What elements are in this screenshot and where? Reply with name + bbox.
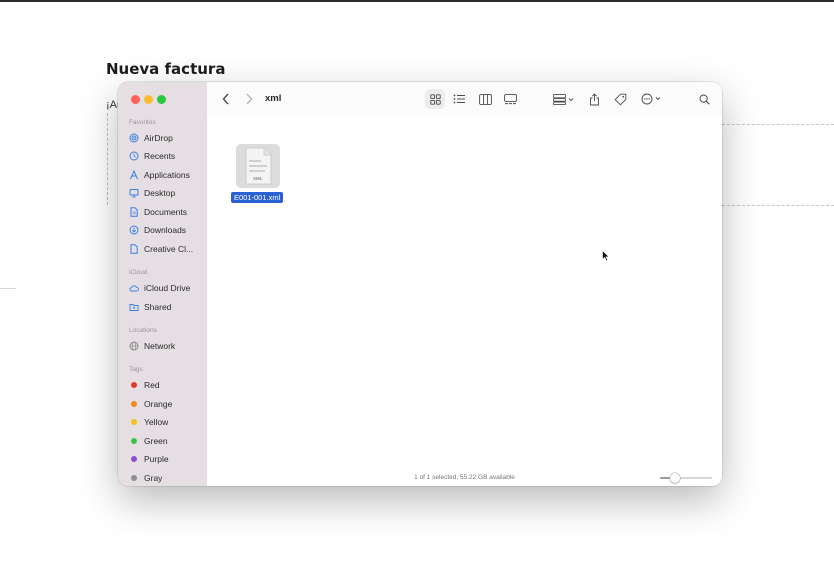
sidebar-item-label: AirDrop: [144, 132, 173, 143]
share-button[interactable]: [587, 91, 601, 107]
sidebar-item-desktop[interactable]: Desktop: [129, 185, 205, 200]
sidebar-item-label: Gray: [144, 472, 163, 483]
document-icon: [129, 206, 139, 217]
sidebar-item-label: Purple: [144, 453, 169, 464]
icon-size-slider[interactable]: [660, 473, 712, 483]
sidebar-item-creative-cloud[interactable]: Creative Cl...: [129, 241, 205, 256]
applications-icon: [129, 169, 139, 180]
xml-file-icon[interactable]: XML: [234, 142, 282, 190]
shared-folder-icon: [129, 302, 139, 312]
sidebar-item-airdrop[interactable]: AirDrop: [129, 130, 205, 145]
more-actions-button[interactable]: [639, 91, 667, 107]
tag-dot-icon: [131, 455, 137, 462]
sidebar-item-network[interactable]: Network: [129, 338, 205, 353]
sidebar-item-label: Downloads: [144, 224, 187, 235]
column-view-button[interactable]: [477, 91, 493, 107]
tag-dot-icon: [131, 437, 137, 444]
share-icon: [589, 92, 600, 106]
sidebar-section-icloud: iCloud: [129, 269, 148, 276]
finder-toolbar: xml: [207, 82, 722, 116]
icon-view-button[interactable]: [428, 91, 442, 107]
finder-window: Favorites AirDrop Recents Applications D…: [118, 82, 722, 486]
background-dropzone-right: [722, 124, 834, 206]
zoom-window-button[interactable]: [157, 95, 166, 104]
sidebar-item-label: Shared: [144, 301, 172, 312]
page-title: Nueva factura: [106, 60, 226, 78]
background-divider: [0, 288, 16, 289]
sidebar-item-label: iCloud Drive: [144, 282, 191, 293]
status-bar-text: 1 of 1 selected, 55.22 GB available: [414, 474, 515, 481]
list-view-icon: [453, 94, 466, 104]
gallery-view-button[interactable]: [502, 91, 518, 107]
column-view-icon: [478, 93, 492, 105]
window-title: xml: [265, 93, 282, 104]
sidebar-section-favorites: Favorites: [129, 119, 156, 126]
chevron-right-icon: [245, 93, 253, 105]
clock-icon: [129, 151, 139, 161]
sidebar-item-recents[interactable]: Recents: [129, 148, 205, 163]
tag-dot-icon: [131, 400, 137, 407]
tag-icon: [614, 93, 627, 106]
minimize-window-button[interactable]: [144, 95, 153, 104]
top-border: [0, 0, 834, 2]
sidebar-item-label: Network: [144, 340, 176, 351]
sidebar-item-downloads[interactable]: Downloads: [129, 222, 205, 237]
tag-dot-icon: [131, 418, 137, 425]
close-window-button[interactable]: [131, 95, 140, 104]
sidebar-item-label: Orange: [144, 398, 173, 409]
slider-knob[interactable]: [670, 473, 680, 483]
tag-button[interactable]: [612, 91, 628, 107]
chevron-left-icon: [222, 93, 230, 105]
desktop-icon: [129, 188, 139, 198]
group-by-button[interactable]: [551, 91, 577, 107]
sidebar-item-applications[interactable]: Applications: [129, 167, 205, 182]
tag-dot-icon: [131, 474, 137, 481]
back-button[interactable]: [219, 91, 233, 107]
sidebar-tag-green[interactable]: Green: [129, 433, 205, 448]
sidebar-item-documents[interactable]: Documents: [129, 204, 205, 219]
sidebar-item-label: Red: [144, 379, 160, 390]
finder-content: XML E001-001.xml 1 of 1 selected, 55.22 …: [207, 116, 722, 486]
sidebar-item-icloud-drive[interactable]: iCloud Drive: [129, 280, 205, 295]
cloud-icon: [129, 283, 139, 293]
group-grid-icon: [553, 93, 575, 105]
download-icon: [129, 225, 139, 235]
search-button[interactable]: [697, 91, 711, 107]
file-icon-text: XML: [253, 176, 263, 181]
sidebar-tag-red[interactable]: Red: [129, 377, 205, 392]
sidebar-section-locations: Locations: [129, 327, 157, 334]
gallery-view-icon: [503, 93, 517, 105]
sidebar-item-label: Desktop: [144, 187, 176, 198]
tag-dot-icon: [131, 381, 137, 388]
sidebar-section-tags: Tags: [129, 366, 143, 373]
globe-icon: [129, 341, 139, 351]
sidebar-tag-orange[interactable]: Orange: [129, 396, 205, 411]
forward-button[interactable]: [242, 91, 256, 107]
sidebar-item-label: Applications: [144, 169, 190, 180]
list-view-button[interactable]: [451, 91, 467, 107]
sidebar-item-label: Documents: [144, 206, 187, 217]
sidebar-item-label: Creative Cl...: [144, 243, 194, 254]
sidebar-item-label: Yellow: [144, 416, 169, 427]
mouse-cursor-icon: [602, 249, 610, 262]
airdrop-icon: [129, 133, 139, 143]
file-icon: [129, 243, 139, 254]
icon-view-icon: [429, 93, 441, 105]
file-name-label[interactable]: E001-001.xml: [231, 192, 284, 203]
finder-sidebar: Favorites AirDrop Recents Applications D…: [118, 82, 207, 486]
sidebar-item-label: Green: [144, 435, 168, 446]
sidebar-item-label: Recents: [144, 150, 176, 161]
sidebar-tag-yellow[interactable]: Yellow: [129, 414, 205, 429]
sidebar-tag-gray[interactable]: Gray: [129, 470, 205, 485]
sidebar-tag-purple[interactable]: Purple: [129, 451, 205, 466]
search-icon: [699, 94, 710, 105]
sidebar-item-shared[interactable]: Shared: [129, 299, 205, 314]
ellipsis-circle-icon: [641, 93, 665, 105]
